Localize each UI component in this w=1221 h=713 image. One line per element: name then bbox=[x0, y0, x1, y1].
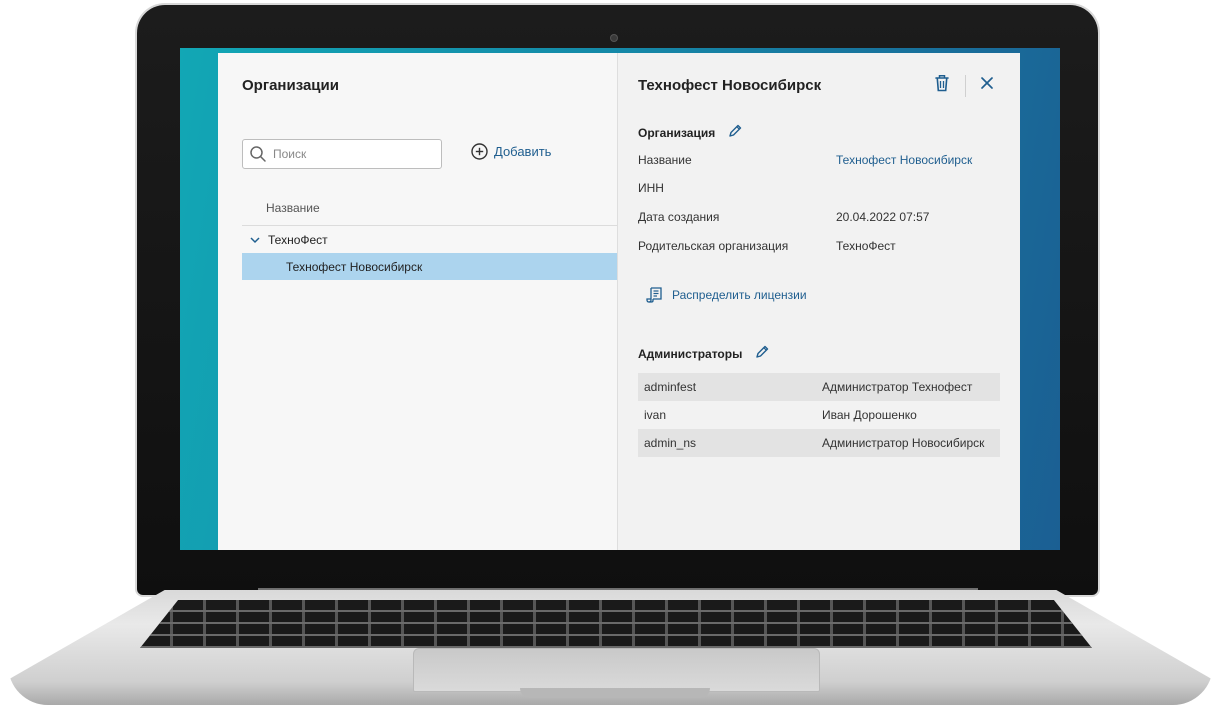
organization-section-title: Организация bbox=[638, 123, 743, 142]
admin-name: Администратор Новосибирск bbox=[822, 436, 985, 450]
app-window: Организации Добавить Название bbox=[218, 53, 1020, 550]
prop-key: Дата создания bbox=[638, 210, 720, 224]
plus-circle-icon bbox=[471, 143, 488, 160]
admin-name: Иван Дорошенко bbox=[822, 408, 917, 422]
prop-key: Название bbox=[638, 153, 692, 167]
actions-divider bbox=[965, 74, 966, 97]
search-icon bbox=[250, 146, 266, 162]
add-organization-button[interactable]: Добавить bbox=[471, 143, 551, 160]
prop-value: ТехноФест bbox=[836, 239, 896, 253]
column-header-name: Название bbox=[266, 201, 320, 215]
scroll-icon bbox=[646, 287, 662, 303]
admin-login: ivan bbox=[644, 408, 667, 422]
admins-section-title: Администраторы bbox=[638, 344, 770, 363]
admin-login: adminfest bbox=[644, 380, 697, 394]
search-input[interactable] bbox=[271, 146, 435, 162]
organizations-panel: Организации Добавить Название bbox=[218, 53, 618, 550]
prop-key: Родительская организация bbox=[638, 239, 789, 253]
prop-row-name: Название Технофест Новосибирск bbox=[638, 153, 1018, 167]
licenses-link-label: Распределить лицензии bbox=[672, 288, 807, 302]
tree-item-selected[interactable]: Технофест Новосибирск bbox=[242, 253, 617, 280]
add-button-label: Добавить bbox=[494, 144, 552, 159]
admin-login: admin_ns bbox=[644, 436, 697, 450]
organization-tree: ТехноФест Технофест Новосибирск bbox=[242, 225, 617, 280]
keyboard bbox=[140, 600, 1092, 648]
search-box[interactable] bbox=[242, 139, 442, 169]
tree-item-parent[interactable]: ТехноФест bbox=[242, 226, 617, 253]
section-title-text: Организация bbox=[638, 125, 716, 140]
pencil-icon[interactable] bbox=[727, 123, 743, 142]
tree-item-label: Технофест Новосибирск bbox=[286, 259, 423, 274]
trash-icon[interactable] bbox=[933, 73, 951, 98]
prop-row-created: Дата создания 20.04.2022 07:57 bbox=[638, 210, 1018, 224]
prop-row-parent: Родительская организация ТехноФест bbox=[638, 239, 1018, 253]
section-title-text: Администраторы bbox=[638, 346, 743, 361]
chevron-down-icon[interactable] bbox=[250, 236, 260, 244]
pencil-icon[interactable] bbox=[754, 344, 770, 363]
trackpad bbox=[413, 648, 820, 692]
distribute-licenses-link[interactable]: Распределить лицензии bbox=[646, 286, 807, 304]
laptop-screen: Организации Добавить Название bbox=[180, 48, 1060, 550]
camera bbox=[611, 35, 617, 41]
organization-details-panel: Технофест Новосибирск Организация Назван… bbox=[618, 53, 1020, 550]
table-row[interactable]: adminfest Администратор Технофест bbox=[638, 373, 1000, 401]
header-actions bbox=[933, 73, 994, 98]
admin-name: Администратор Технофест bbox=[822, 380, 973, 394]
laptop-front-lip bbox=[520, 688, 710, 698]
prop-value-link[interactable]: Технофест Новосибирск bbox=[836, 153, 972, 167]
prop-row-inn: ИНН bbox=[638, 181, 1018, 195]
table-row[interactable]: admin_ns Администратор Новосибирск bbox=[638, 429, 1000, 457]
close-icon[interactable] bbox=[980, 76, 994, 95]
tree-item-label: ТехноФест bbox=[268, 232, 328, 247]
prop-value: 20.04.2022 07:57 bbox=[836, 210, 930, 224]
prop-key: ИНН bbox=[638, 181, 664, 195]
details-title: Технофест Новосибирск bbox=[638, 77, 822, 94]
admins-table: adminfest Администратор Технофест ivan И… bbox=[638, 373, 1000, 457]
table-row[interactable]: ivan Иван Дорошенко bbox=[638, 401, 1000, 429]
panel-title: Организации bbox=[242, 77, 339, 94]
